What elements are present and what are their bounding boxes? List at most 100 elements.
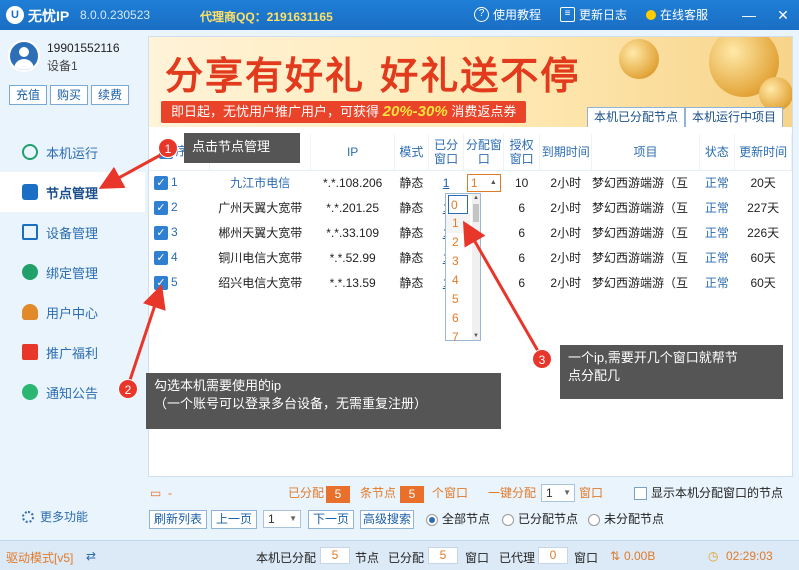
- callout-2-tooltip: 勾选本机需要使用的ip （一个账号可以登录多台设备，无需重复注册）: [146, 373, 501, 429]
- alloc-window-dropdown[interactable]: 0 1 2 3 4 5 6 7: [445, 193, 481, 344]
- close-button[interactable]: ✕: [772, 4, 794, 26]
- page-select[interactable]: 1 ▼: [263, 510, 301, 528]
- alloc-window-select[interactable]: 1: [466, 173, 501, 192]
- gift-icon: [22, 344, 38, 360]
- bell-icon: [22, 384, 38, 400]
- row-mode: 静态: [399, 226, 424, 240]
- tab-local-assigned-nodes[interactable]: 本机已分配节点: [587, 107, 686, 127]
- one-key-window-label: 窗口: [579, 486, 604, 500]
- changelog-link[interactable]: ≡ 更新日志: [560, 6, 627, 23]
- tutorial-link[interactable]: ? 使用教程: [474, 6, 541, 23]
- row-checkbox[interactable]: ✓: [154, 200, 168, 215]
- renew-button[interactable]: 续费: [91, 85, 129, 105]
- row-project: 梦幻西游端游（互: [591, 251, 688, 265]
- assigned-label-status: 已分配: [388, 551, 425, 565]
- radio-all-nodes[interactable]: 全部节点: [426, 509, 490, 529]
- dropdown-scrollbar[interactable]: [472, 194, 480, 340]
- gear-icon: [22, 510, 34, 523]
- sidebar-item-label: 用户中心: [46, 305, 99, 321]
- pagination-bar: 刷新列表 上一页 1 ▼ 下一页 高级搜索 全部节点 已分配节点 未分配节点: [148, 509, 793, 531]
- message-icon[interactable]: ▭: [150, 483, 161, 503]
- proxy-count: 0: [538, 547, 568, 564]
- row-status: 正常: [704, 201, 729, 215]
- sidebar-item-bind-manage[interactable]: 绑定管理: [0, 252, 145, 292]
- banner-sub-prefix: 即日起，无忧用户推广用户，可获得: [171, 104, 380, 119]
- header-mode[interactable]: 模式: [394, 134, 429, 171]
- recharge-button[interactable]: 充值: [9, 85, 47, 105]
- header-status[interactable]: 状态: [699, 134, 736, 171]
- radio-unassigned-nodes[interactable]: 未分配节点: [588, 509, 664, 529]
- header-expire[interactable]: 到期时间: [539, 134, 593, 171]
- refresh-icon[interactable]: ⇄: [86, 549, 96, 563]
- table-row[interactable]: ✓1 九江市电信 *.*.108.206 静态 1 1 10 2小时 梦幻西游端…: [149, 170, 792, 195]
- header-alloc[interactable]: 分配窗口: [463, 134, 505, 171]
- radio-assigned-nodes[interactable]: 已分配节点: [502, 509, 578, 529]
- more-functions-link[interactable]: 更多功能: [22, 508, 88, 525]
- one-key-select[interactable]: 1 ▼: [541, 484, 575, 502]
- user-device: 设备1: [47, 59, 78, 73]
- header-project[interactable]: 项目: [591, 134, 700, 171]
- sidebar-item-promo[interactable]: 推广福利: [0, 332, 145, 372]
- support-link[interactable]: 在线客服: [646, 6, 708, 23]
- callout-3-badge: 3: [532, 349, 552, 369]
- refresh-list-button[interactable]: 刷新列表: [149, 510, 207, 529]
- avatar[interactable]: [8, 40, 40, 72]
- row-project: 梦幻西游端游（互: [591, 226, 688, 240]
- sidebar-item-label: 推广福利: [46, 345, 99, 361]
- node-manage-icon: [22, 184, 38, 200]
- header-assigned[interactable]: 已分窗口: [428, 134, 465, 171]
- row-auth: 6: [518, 250, 525, 265]
- row-checkbox[interactable]: ✓: [154, 225, 168, 240]
- callout-3-line1: 一个ip,需要开几个窗口就帮节: [568, 350, 738, 365]
- user-phone: 19901552116: [47, 41, 120, 55]
- row-assigned-link[interactable]: 1: [443, 176, 450, 190]
- chevron-down-icon: ▼: [563, 488, 571, 497]
- agent-contact: 代理商QQ：2191631165: [200, 10, 333, 24]
- app-logo-icon: U: [6, 6, 24, 24]
- header-auth[interactable]: 授权窗口: [503, 134, 540, 171]
- show-local-checkbox[interactable]: 显示本机分配窗口的节点: [634, 483, 783, 503]
- header-update[interactable]: 更新时间: [734, 134, 792, 171]
- advanced-search-button[interactable]: 高级搜索: [360, 510, 414, 529]
- radio-icon[interactable]: [426, 513, 438, 526]
- buy-button[interactable]: 购买: [50, 85, 88, 105]
- minimize-button[interactable]: —: [738, 4, 760, 26]
- row-checkbox[interactable]: ✓: [154, 275, 168, 290]
- sidebar-item-node-manage[interactable]: 节点管理: [0, 172, 145, 212]
- scrollbar-thumb[interactable]: [473, 204, 479, 222]
- row-checkbox[interactable]: ✓: [154, 250, 168, 265]
- prev-page-button[interactable]: 上一页: [211, 510, 257, 529]
- traffic-icon: ⇅: [610, 549, 621, 563]
- sidebar-item-local-run[interactable]: 本机运行: [0, 132, 145, 172]
- row-node: 郴州天翼大宽带: [218, 226, 303, 240]
- callout-2-line1: 勾选本机需要使用的ip: [154, 378, 282, 393]
- play-icon: [22, 144, 38, 160]
- header-ip[interactable]: IP: [310, 134, 396, 171]
- app-version: 8.0.0.230523: [80, 8, 151, 22]
- checkbox[interactable]: [634, 487, 647, 501]
- windows-unit: 个窗口: [432, 486, 469, 500]
- callout-2-badge: 2: [118, 379, 138, 399]
- dropdown-option[interactable]: 1: [446, 214, 470, 233]
- radio-icon[interactable]: [588, 513, 600, 526]
- row-expire: 2小时: [550, 201, 582, 215]
- sidebar-item-device-manage[interactable]: 设备管理: [0, 212, 145, 252]
- radio-label: 全部节点: [442, 512, 491, 526]
- promo-banner[interactable]: 分享有好礼 好礼送不停 即日起，无忧用户推广用户，可获得 20%-30% 消费返…: [149, 37, 792, 127]
- dropdown-option[interactable]: 0: [448, 195, 468, 214]
- assigned-label: 已分配: [288, 486, 325, 500]
- next-page-button[interactable]: 下一页: [308, 510, 354, 529]
- tab-local-running-projects[interactable]: 本机运行中项目: [685, 107, 784, 127]
- row-checkbox[interactable]: ✓: [154, 176, 168, 191]
- radio-label: 未分配节点: [604, 512, 665, 526]
- banner-sub-suffix: 消费返点券: [451, 104, 517, 119]
- callout-2-line2: （一个账号可以登录多台设备，无需重复注册）: [154, 396, 428, 411]
- account-buttons: 充值 购买 续费: [9, 85, 129, 105]
- sidebar-item-user-center[interactable]: 用户中心: [0, 292, 145, 332]
- radio-icon[interactable]: [502, 513, 514, 526]
- radio-label: 已分配节点: [518, 512, 579, 526]
- row-auth: 6: [518, 225, 525, 240]
- row-ip: *.*.108.206: [322, 175, 383, 190]
- chevron-down-icon: ▼: [289, 514, 297, 523]
- callout-1-tooltip: 点击节点管理: [184, 133, 300, 163]
